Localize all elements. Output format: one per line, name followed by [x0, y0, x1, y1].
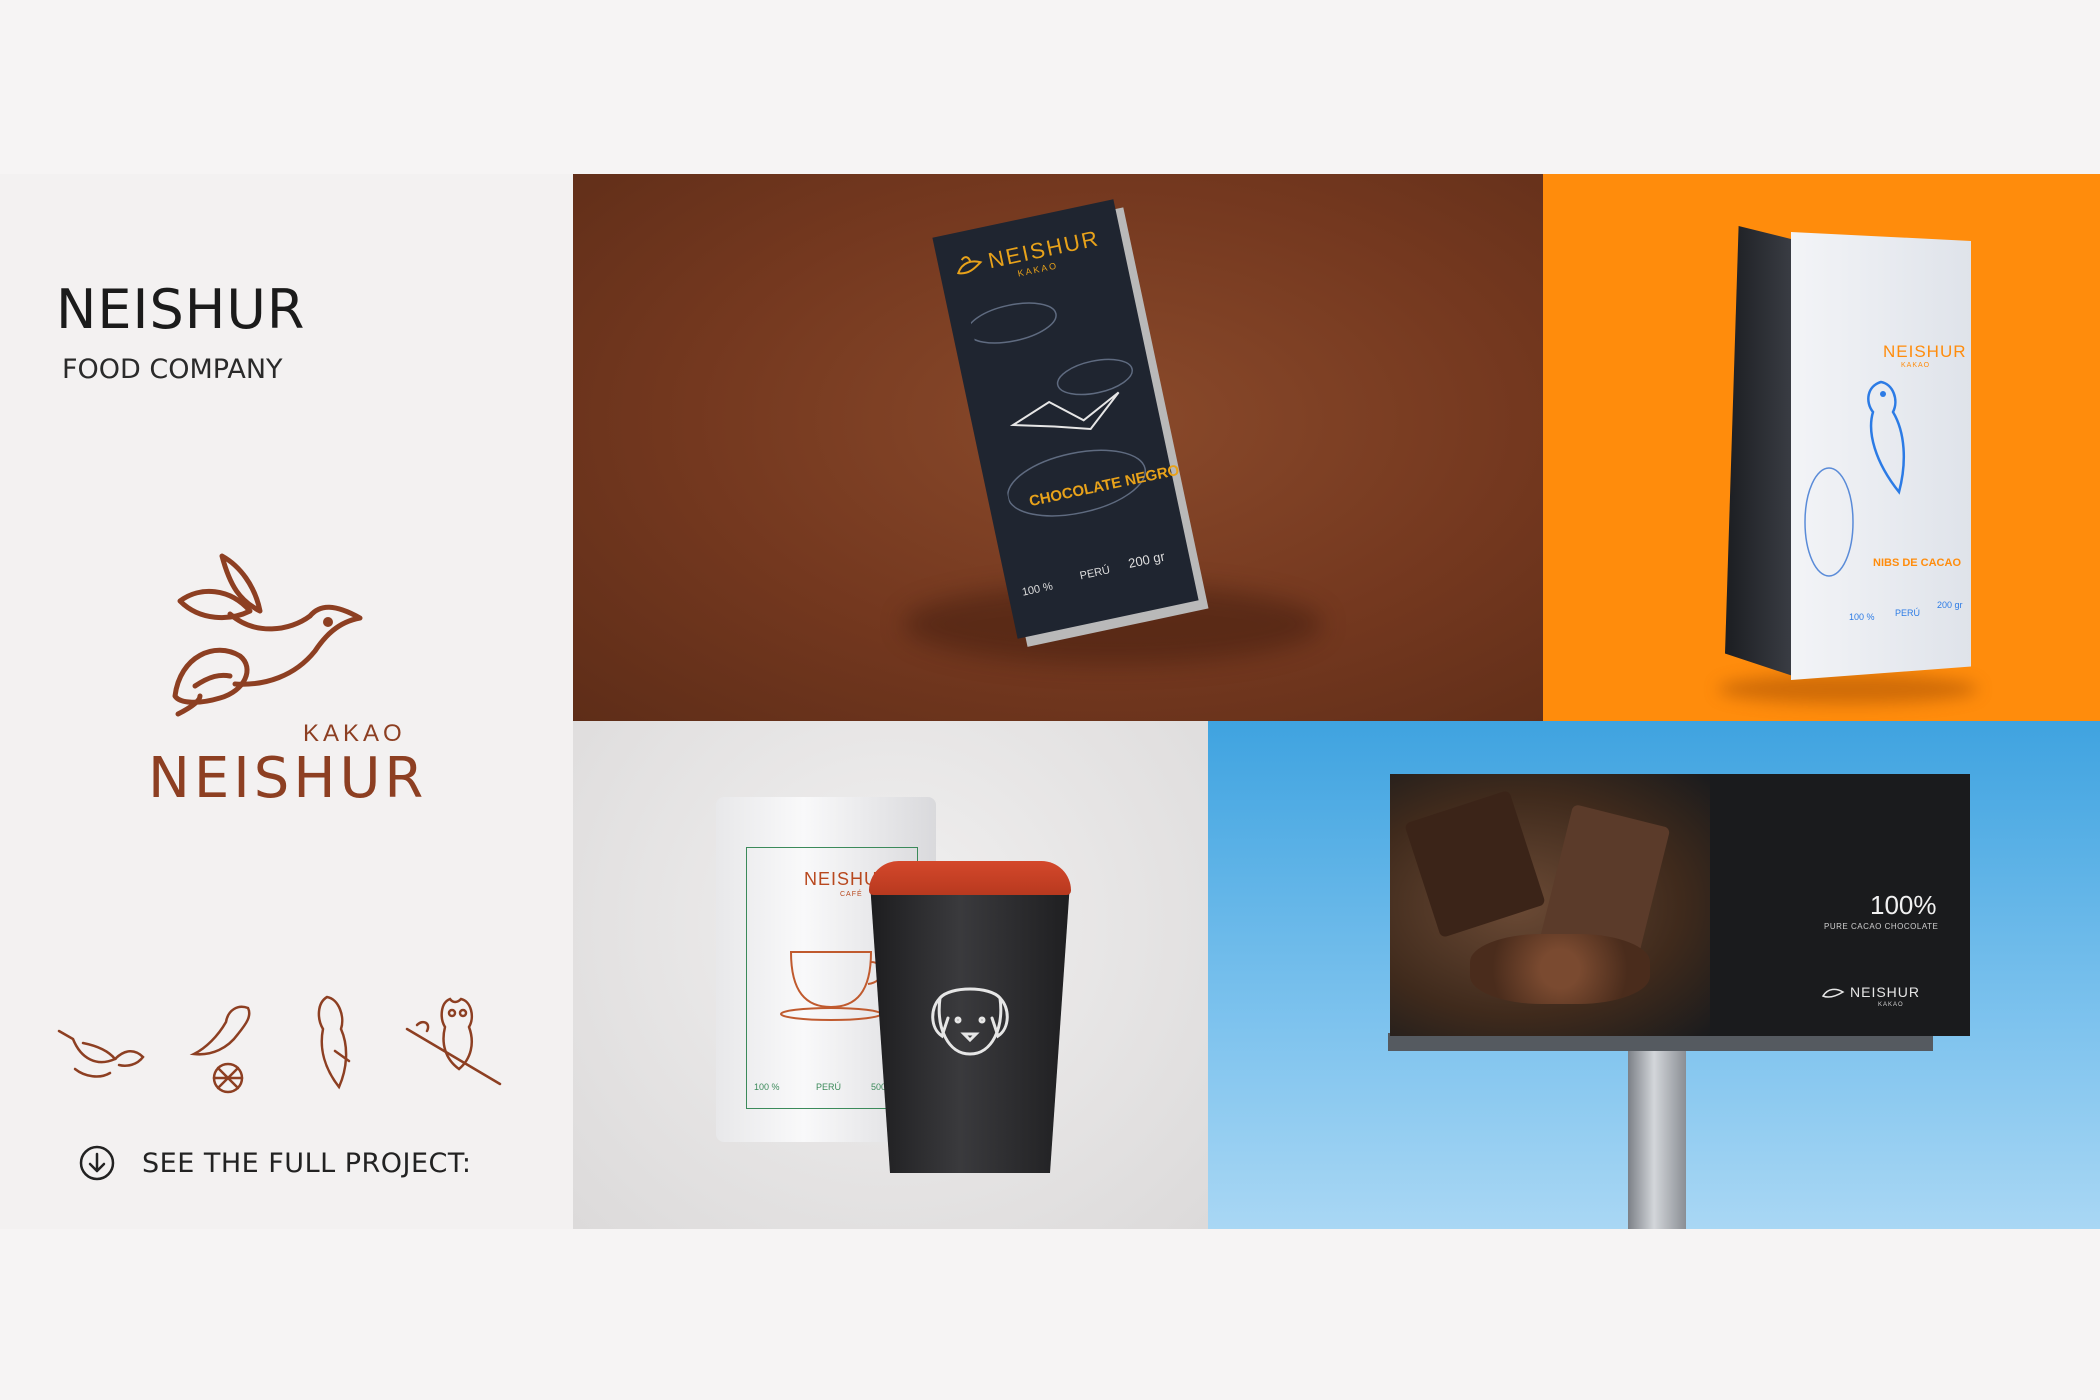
bar-weight: 200 gr — [1126, 548, 1167, 571]
coffee-cup-lid — [869, 861, 1071, 895]
logo-name-label: NEISHUR — [148, 746, 428, 811]
bird-logo-icon — [172, 553, 363, 717]
cacao-pod-illustration — [966, 302, 1147, 517]
nibs-bag-package: NEISHUR KAKAO NIBS DE CACAO 100 % PERÚ 2… — [1791, 232, 1971, 680]
dog-icon — [931, 987, 1009, 1056]
owl-icon — [405, 997, 502, 1086]
pouch-percent: 100 % — [754, 1082, 780, 1092]
coffee-cup — [870, 883, 1070, 1173]
coffee-mockup: NEISHUR CAFÉ 100 % PERÚ 500 gr — [573, 721, 1208, 1229]
billboard-mockup: 100% PURE CACAO CHOCOLATE NEISHUR KAKAO — [1208, 721, 2100, 1229]
logo-kakao-label: KAKAO — [303, 720, 406, 747]
bird-icon-1 — [57, 1029, 145, 1078]
bag-sub: KAKAO — [1901, 362, 1931, 369]
arrow-down-circle-icon — [79, 1145, 115, 1181]
bag-percent: 100 % — [1849, 612, 1875, 622]
chocolate-bar-mockup: NEISHUR KAKAO CHOCOLATE NEGRO 100 % PERÚ… — [573, 174, 1543, 721]
billboard-sub: KAKAO — [1878, 1002, 1904, 1008]
billboard-pole — [1628, 1031, 1686, 1229]
brand-subtitle: FOOD COMPANY — [62, 354, 283, 385]
bar-origin: PERÚ — [1078, 564, 1112, 583]
cacao-pod-icon — [1804, 467, 1854, 577]
see-full-project-link[interactable]: SEE THE FULL PROJECT: — [78, 1144, 472, 1182]
cacao-beans — [1470, 934, 1650, 1004]
bag-shadow — [1718, 674, 1978, 704]
bird-eye-icon — [323, 617, 333, 627]
bar-percent: 100 % — [1020, 580, 1054, 599]
bird-icon-3 — [317, 995, 351, 1090]
billboard-tagline: PURE CACAO CHOCOLATE — [1824, 922, 1939, 931]
bar-bird-logo-icon — [956, 256, 983, 275]
pouch-sub: CAFÉ — [840, 891, 863, 898]
bag-product: NIBS DE CACAO — [1873, 557, 1962, 569]
nibs-bag-mockup: NEISHUR KAKAO NIBS DE CACAO 100 % PERÚ 2… — [1543, 174, 2100, 721]
bag-side-panel — [1725, 226, 1793, 676]
bird-icon-2 — [189, 1005, 251, 1094]
bag-brand: NEISHUR — [1883, 342, 1967, 361]
billboard-bird-logo-icon — [1821, 988, 1845, 998]
billboard-ad: 100% PURE CACAO CHOCOLATE NEISHUR KAKAO — [1390, 774, 1970, 1036]
bag-weight: 200 gr — [1937, 600, 1963, 610]
billboard-brand: NEISHUR — [1850, 984, 1921, 1000]
bag-origin: PERÚ — [1895, 608, 1921, 618]
brand-panel: NEISHUR FOOD COMPANY KAKAO NEISHUR SEE T… — [0, 174, 573, 1229]
billboard-headline: 100% — [1870, 890, 1937, 920]
chocolate-bar-package: NEISHUR KAKAO CHOCOLATE NEGRO 100 % PERÚ… — [932, 199, 1199, 639]
see-full-project-label: SEE THE FULL PROJECT: — [142, 1147, 472, 1179]
pouch-origin: PERÚ — [816, 1082, 842, 1092]
brand-title: NEISHUR — [56, 278, 306, 341]
